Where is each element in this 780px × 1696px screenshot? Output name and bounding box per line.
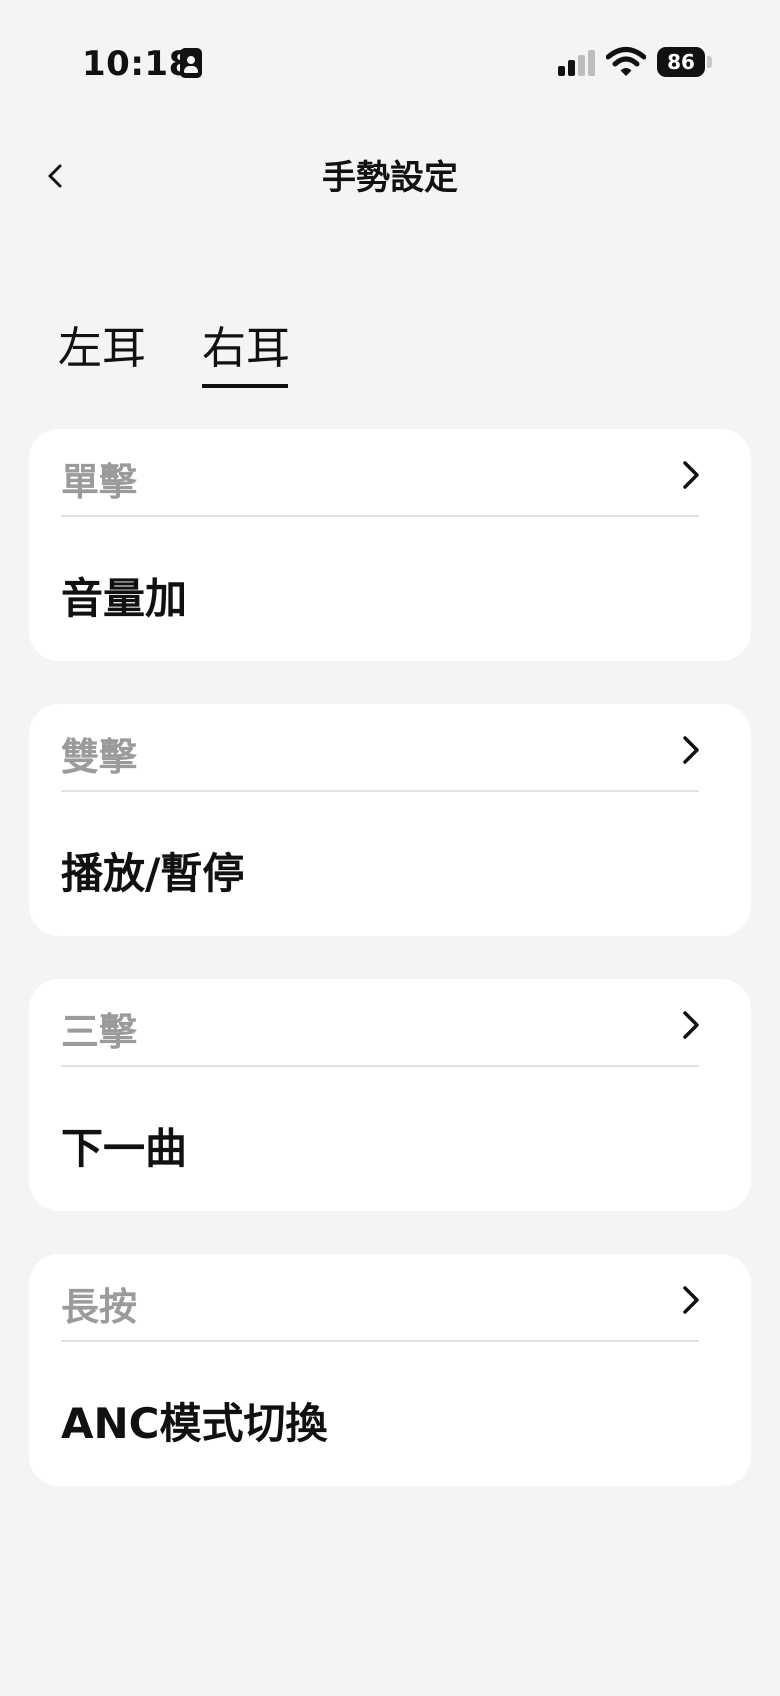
gesture-card-long-press[interactable]: 長按 ANC模式切換 [29, 1254, 751, 1486]
page-title: 手勢設定 [322, 158, 458, 198]
card-divider [61, 515, 699, 517]
active-tab-indicator [202, 384, 288, 388]
gesture-card-single-tap[interactable]: 單擊 音量加 [29, 429, 751, 661]
battery-level: 86 [657, 47, 705, 77]
status-time: 10:18 [82, 44, 193, 84]
gesture-settings-screen: 10:18 86 手勢設定 左耳 右耳 單擊 音量加 雙擊 播放/暫停 三擊 下… [0, 0, 780, 1696]
gesture-label: 雙擊 [61, 735, 138, 779]
gesture-card-double-tap[interactable]: 雙擊 播放/暫停 [29, 704, 751, 936]
gesture-action-value: 音量加 [61, 574, 188, 623]
gesture-label: 三擊 [61, 1010, 138, 1054]
gesture-label: 單擊 [61, 460, 138, 504]
chevron-right-icon [683, 461, 699, 489]
battery-icon: 86 [657, 47, 713, 77]
gesture-action-value: ANC模式切換 [61, 1399, 328, 1448]
card-divider [61, 790, 699, 792]
card-divider [61, 1065, 699, 1067]
tab-right-ear[interactable]: 右耳 [202, 312, 290, 376]
chevron-right-icon [683, 736, 699, 764]
tab-left-ear[interactable]: 左耳 [58, 312, 146, 376]
contact-card-icon [180, 48, 202, 78]
card-divider [61, 1340, 699, 1342]
battery-cap [707, 56, 712, 68]
chevron-right-icon [683, 1286, 699, 1314]
gesture-label: 長按 [61, 1285, 138, 1329]
status-bar: 10:18 86 [0, 0, 780, 120]
cellular-signal-icon [558, 50, 598, 76]
wifi-icon [606, 47, 646, 76]
gesture-action-value: 下一曲 [61, 1124, 188, 1173]
gesture-action-value: 播放/暫停 [61, 849, 245, 898]
gesture-card-triple-tap[interactable]: 三擊 下一曲 [29, 979, 751, 1211]
chevron-right-icon [683, 1011, 699, 1039]
